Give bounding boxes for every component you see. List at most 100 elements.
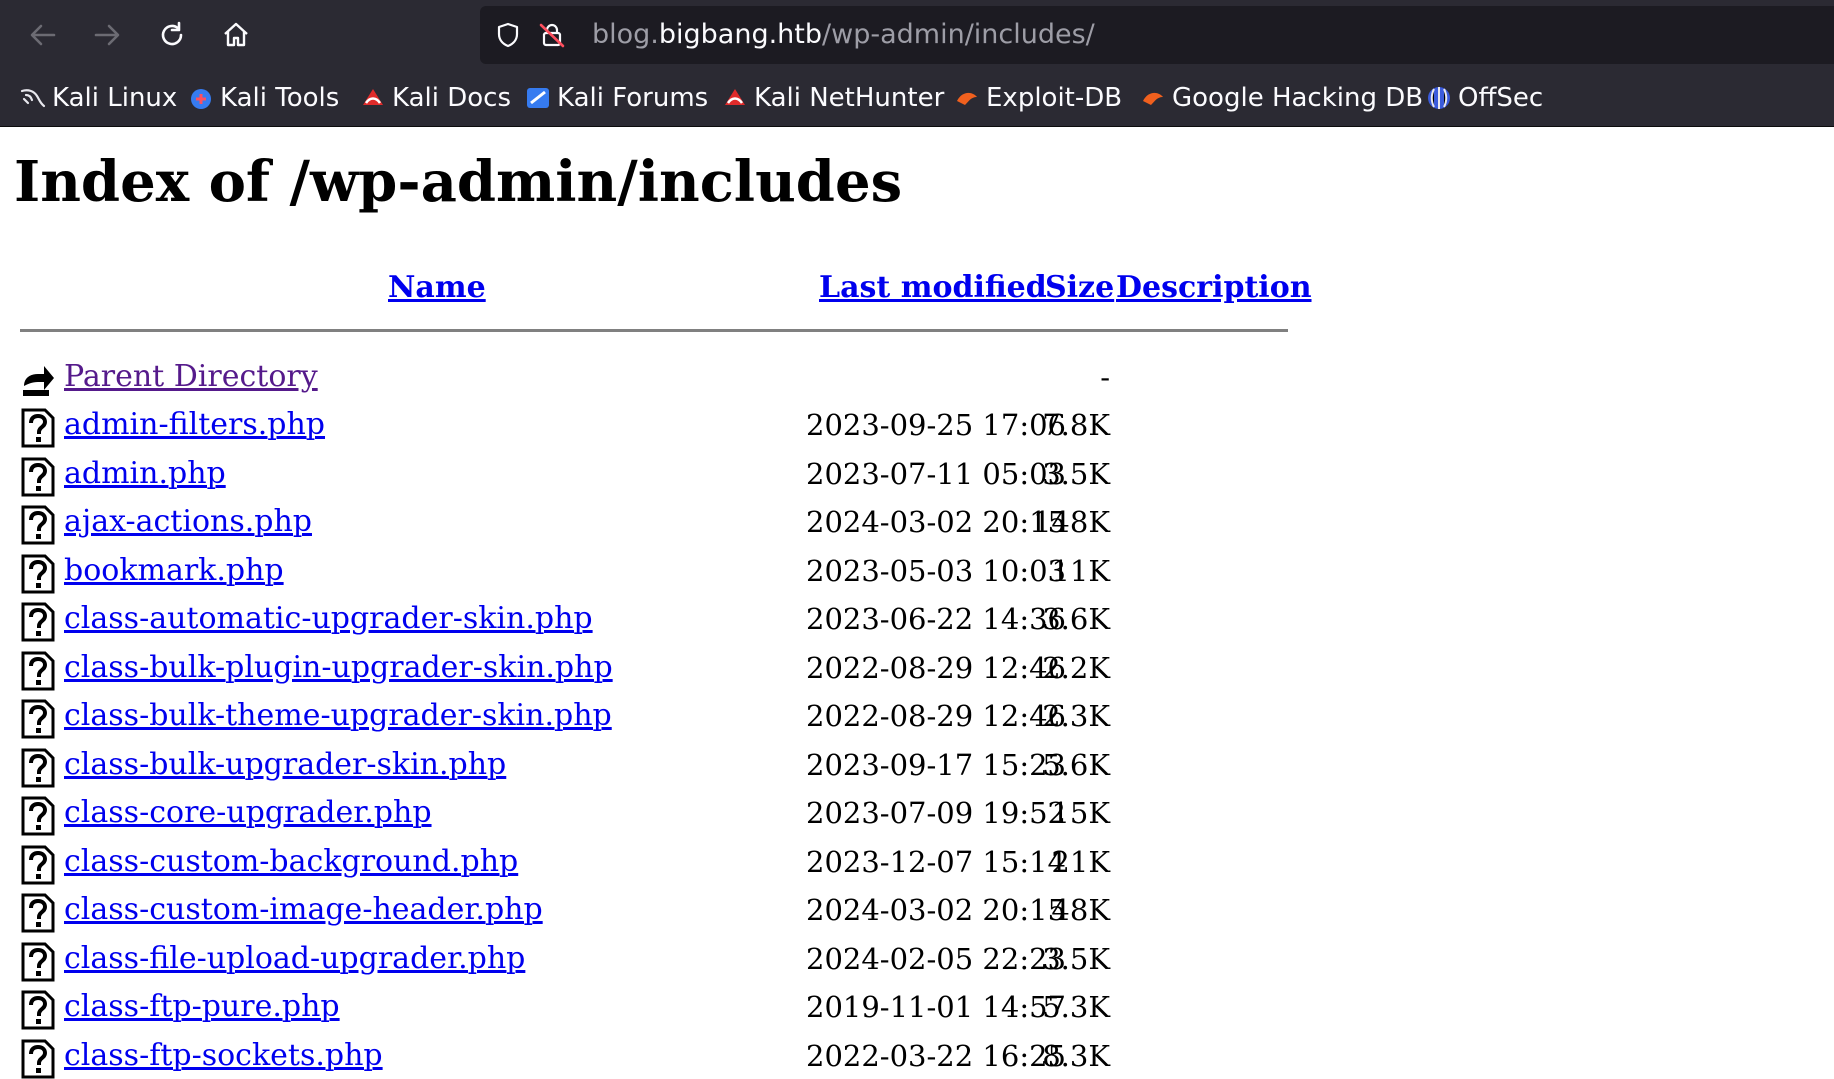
- bookmark-kali-forums[interactable]: Kali Forums: [525, 80, 708, 116]
- file-row: class-file-upload-upgrader.php 2024-02-05…: [0, 938, 1834, 982]
- unknown-file-icon: [21, 845, 55, 884]
- file-last-modified: 2023-06-22 14:36: [806, 602, 1066, 636]
- page-title: Index of /wp-admin/includes: [14, 149, 903, 215]
- bookmark-exploit-db[interactable]: Exploit-DB: [954, 80, 1122, 116]
- back-button[interactable]: [22, 14, 64, 56]
- bookmark-offsec[interactable]: OffSec: [1426, 80, 1543, 116]
- file-link[interactable]: class-bulk-upgrader-skin.php: [64, 746, 506, 784]
- file-last-modified: 2023-07-11 05:03: [806, 456, 1066, 491]
- unknown-file-icon: [21, 554, 55, 593]
- file-link[interactable]: class-ftp-pure.php: [64, 988, 340, 1026]
- file-last-modified: 2023-12-07 15:14: [806, 844, 1066, 879]
- offsec-icon: [1426, 85, 1452, 111]
- bookmark-label: Kali Docs: [392, 83, 512, 113]
- file-link[interactable]: admin.php: [64, 455, 226, 493]
- bookmark-label: Kali NetHunter: [754, 83, 945, 113]
- unknown-file-icon: [21, 1039, 55, 1078]
- file-link[interactable]: class-ftp-sockets.php: [64, 1037, 383, 1075]
- file-size: 7.8K: [1042, 408, 1110, 442]
- unknown-file-icon: [21, 408, 55, 448]
- file-size: 148K: [1032, 505, 1110, 539]
- exploit-db-icon: [954, 85, 980, 111]
- file-size: 3.5K: [1042, 941, 1110, 976]
- bookmark-kali-docs[interactable]: Kali Docs: [360, 80, 511, 116]
- file-row: class-ftp-pure.php 2019-11-01 14:57 5.3K: [0, 986, 1834, 1030]
- unknown-file-icon: [21, 942, 55, 981]
- bookmark-label: OffSec: [1458, 83, 1544, 113]
- file-link[interactable]: class-core-upgrader.php: [64, 794, 432, 832]
- bookmark-kali-nethunter[interactable]: Kali NetHunter: [722, 80, 944, 116]
- unknown-file-icon: [21, 796, 55, 836]
- kali-docs-icon: [360, 85, 386, 111]
- bookmark-label: Kali Tools: [220, 83, 340, 113]
- file-row: class-automatic-upgrader-skin.php 2023-06…: [0, 598, 1834, 642]
- url-text[interactable]: blog.bigbang.htb/wp-admin/includes/: [592, 18, 1095, 52]
- reload-button[interactable]: [151, 14, 193, 56]
- shield-icon[interactable]: [494, 21, 522, 49]
- file-size: 3.5K: [1042, 456, 1110, 491]
- parent-directory-link[interactable]: Parent Directory: [64, 358, 318, 396]
- file-row: class-ftp-sockets.php 2022-03-22 16:25 8.3…: [0, 1035, 1834, 1079]
- url-path: /wp-admin/includes/: [822, 19, 1095, 50]
- browser-toolbar: blog.bigbang.htb/wp-admin/includes/: [0, 0, 1834, 70]
- arrow-right-icon: [94, 24, 120, 46]
- file-size: 15K: [1051, 796, 1110, 830]
- kali-nethunter-icon: [722, 85, 748, 111]
- home-icon: [224, 22, 248, 47]
- unknown-file-icon: [21, 602, 55, 642]
- parent-directory-row: Parent Directory -: [0, 356, 1834, 400]
- bookmark-label: Exploit-DB: [986, 83, 1123, 113]
- file-size: 8.3K: [1042, 1038, 1110, 1073]
- column-header-description[interactable]: Description: [1116, 270, 1312, 306]
- file-link[interactable]: class-bulk-plugin-upgrader-skin.php: [64, 649, 613, 687]
- back-arrow-icon: [23, 366, 54, 396]
- bookmark-label: Google Hacking DB: [1172, 83, 1424, 113]
- column-header-size[interactable]: Size: [1045, 270, 1114, 306]
- file-size: 5.6K: [1042, 747, 1110, 782]
- kali-dragon-icon: [20, 85, 46, 111]
- file-row: bookmark.php 2023-05-03 10:03 11K: [0, 550, 1834, 594]
- kali-forums-icon: [525, 85, 551, 111]
- url-subdomain: blog.: [592, 19, 659, 50]
- file-last-modified: 2022-03-22 16:25: [806, 1038, 1066, 1073]
- file-size: 21K: [1051, 844, 1110, 879]
- file-link[interactable]: ajax-actions.php: [64, 503, 312, 541]
- file-last-modified: 2024-03-02 20:15: [806, 893, 1066, 927]
- file-size: 11K: [1051, 553, 1110, 588]
- column-header-name[interactable]: Name: [388, 270, 486, 306]
- unknown-file-icon: [21, 748, 55, 787]
- file-last-modified: 2024-03-02 20:15: [806, 505, 1066, 539]
- forward-button[interactable]: [86, 14, 128, 56]
- file-last-modified: 2019-11-01 14:57: [806, 990, 1066, 1024]
- file-link[interactable]: class-file-upload-upgrader.php: [64, 940, 525, 978]
- file-last-modified: 2022-08-29 12:46: [806, 699, 1066, 733]
- file-link[interactable]: class-custom-image-header.php: [64, 891, 543, 929]
- file-link[interactable]: class-automatic-upgrader-skin.php: [64, 600, 593, 638]
- home-button[interactable]: [215, 14, 257, 56]
- bookmark-kali-tools[interactable]: Kali Tools: [188, 80, 339, 116]
- file-last-modified: 2023-09-25 17:06: [806, 408, 1066, 442]
- bookmark-label: Kali Forums: [557, 83, 709, 113]
- file-last-modified: 2022-08-29 12:46: [806, 650, 1066, 685]
- file-link[interactable]: admin-filters.php: [64, 406, 325, 444]
- file-row: admin.php 2023-07-11 05:03 3.5K: [0, 453, 1834, 497]
- file-row: class-custom-image-header.php 2024-03-02 …: [0, 889, 1834, 933]
- file-link[interactable]: class-custom-background.php: [64, 843, 518, 881]
- file-link[interactable]: class-bulk-theme-upgrader-skin.php: [64, 697, 612, 735]
- url-bar[interactable]: blog.bigbang.htb/wp-admin/includes/: [480, 6, 1834, 64]
- header-divider: [20, 329, 1288, 332]
- insecure-lock-icon[interactable]: [538, 21, 566, 49]
- ghdb-icon: [1140, 85, 1166, 111]
- file-row: ajax-actions.php 2024-03-02 20:15 148K: [0, 501, 1834, 545]
- file-row: class-bulk-upgrader-skin.php 2023-09-17 1…: [0, 744, 1834, 788]
- file-last-modified: 2024-02-05 22:23: [806, 941, 1066, 976]
- unknown-file-icon: [21, 893, 55, 933]
- bookmark-kali-linux[interactable]: Kali Linux: [20, 80, 177, 116]
- file-size: 2.3K: [1042, 699, 1110, 733]
- file-link[interactable]: bookmark.php: [64, 552, 284, 590]
- bookmark-google-hacking-db[interactable]: Google Hacking DB: [1140, 80, 1423, 116]
- column-header-last-modified[interactable]: Last modified: [819, 270, 1047, 306]
- file-last-modified: 2023-07-09 19:52: [806, 796, 1066, 830]
- file-size: 2.2K: [1042, 650, 1110, 685]
- file-size: 5.3K: [1042, 990, 1110, 1024]
